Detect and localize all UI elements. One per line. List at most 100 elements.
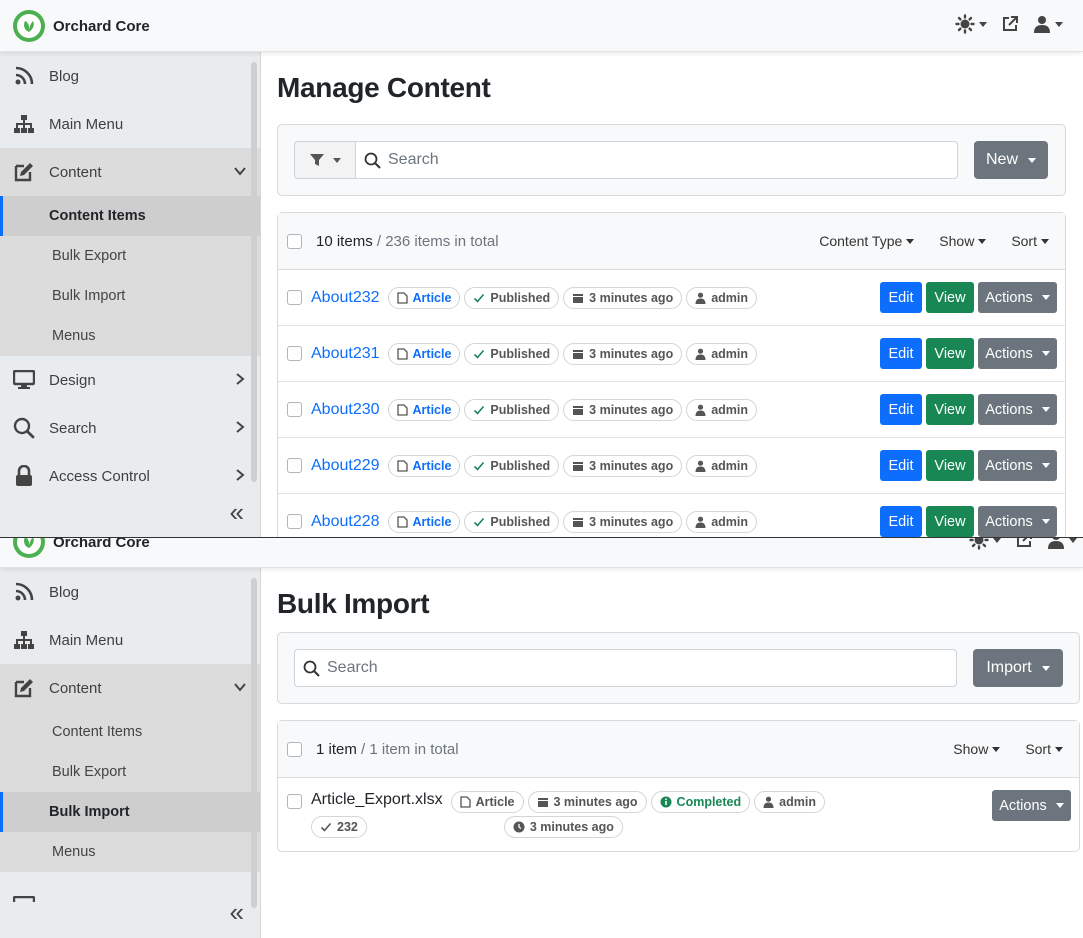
chevron-right-icon [236, 421, 245, 433]
sidebar-item-content-items[interactable]: Content Items [0, 712, 260, 752]
row-checkbox[interactable] [287, 402, 302, 417]
view-button[interactable]: View [926, 338, 974, 369]
sidebar-item-search[interactable]: Search [0, 404, 260, 452]
content-item-link[interactable]: About229 [311, 457, 380, 475]
collapse-sidebar-button[interactable]: « [230, 497, 244, 528]
sidebar-item-blog[interactable]: Blog [0, 568, 260, 616]
actions-button[interactable]: Actions [978, 394, 1057, 425]
select-all-checkbox[interactable] [287, 741, 302, 757]
chevron-down-icon [1028, 157, 1036, 163]
edit-button[interactable]: Edit [880, 450, 922, 481]
select-all-checkbox[interactable] [287, 233, 302, 249]
brand-name: Orchard Core [53, 538, 150, 551]
chevron-down-icon [234, 167, 246, 176]
sidebar-item-main-menu[interactable]: Main Menu [0, 616, 260, 664]
sidebar-item-bulk-export[interactable]: Bulk Export [0, 752, 260, 792]
user-icon [1034, 16, 1050, 33]
sort-filter[interactable]: Sort [1011, 233, 1049, 249]
search-input[interactable] [295, 650, 956, 686]
visit-site-link[interactable] [1001, 15, 1019, 33]
row-checkbox[interactable] [287, 794, 302, 809]
user-icon [763, 796, 774, 808]
content-type-badge: Article [450, 791, 524, 813]
search-field[interactable] [355, 141, 958, 179]
file-icon [396, 291, 408, 304]
sidebar-scrollbar[interactable] [251, 578, 257, 908]
list-header: 1 item / 1 item in total Show Sort [278, 721, 1079, 778]
list-header: 10 items / 236 items in total Content Ty… [278, 213, 1065, 270]
new-content-button[interactable]: New [974, 141, 1048, 179]
sidebar-item-design[interactable] [0, 872, 260, 902]
theme-toggle[interactable] [955, 14, 987, 34]
content-item-link[interactable]: About228 [311, 513, 380, 531]
sidebar-item-blog[interactable]: Blog [0, 52, 260, 100]
import-label: Import [986, 659, 1032, 676]
page-title: Manage Content [277, 72, 491, 103]
brand[interactable]: Orchard Core [13, 538, 150, 558]
sidebar-item-design[interactable]: Design [0, 356, 260, 404]
actions-button[interactable]: Actions [978, 506, 1057, 537]
monitor-icon [12, 894, 36, 902]
row-checkbox[interactable] [287, 514, 302, 529]
edit-button[interactable]: Edit [880, 506, 922, 537]
sort-filter[interactable]: Sort [1025, 741, 1063, 757]
view-button[interactable]: View [926, 506, 974, 537]
filter-icon [310, 154, 324, 166]
external-link-icon [1017, 538, 1032, 547]
theme-toggle[interactable] [969, 538, 1001, 550]
sidebar-scrollbar[interactable] [251, 62, 257, 482]
view-button[interactable]: View [926, 450, 974, 481]
content-item-link[interactable]: About230 [311, 401, 380, 419]
user-icon [695, 348, 706, 360]
row-checkbox[interactable] [287, 290, 302, 305]
sidebar-item-label: Main Menu [49, 631, 124, 649]
row-checkbox[interactable] [287, 458, 302, 473]
edit-button[interactable]: Edit [880, 394, 922, 425]
sidebar-item-menus[interactable]: Menus [0, 832, 260, 872]
sidebar-item-bulk-import[interactable]: Bulk Import [0, 792, 260, 832]
sidebar-item-content-items[interactable]: Content Items [0, 196, 260, 236]
collapse-sidebar-button[interactable]: « [230, 897, 244, 928]
sidebar-item-bulk-import[interactable]: Bulk Import [0, 276, 260, 316]
content-type-badge: Article [387, 398, 461, 421]
show-filter[interactable]: Show [953, 741, 1001, 757]
row-checkbox[interactable] [287, 346, 302, 361]
search-input[interactable] [356, 142, 957, 178]
brand[interactable]: Orchard Core [13, 10, 150, 42]
sidebar-item-main-menu[interactable]: Main Menu [0, 100, 260, 148]
show-filter[interactable]: Show [939, 233, 987, 249]
visit-site-link[interactable] [1015, 538, 1033, 549]
file-icon [459, 796, 471, 808]
content-type-filter[interactable]: Content Type [819, 233, 915, 249]
filter-dropdown-button[interactable] [294, 141, 355, 179]
view-button[interactable]: View [926, 282, 974, 313]
actions-button[interactable]: Actions [978, 450, 1057, 481]
user-menu[interactable] [1047, 538, 1077, 549]
sun-icon [969, 538, 989, 550]
imported-count-badge: 232 [311, 816, 367, 838]
content-item-link[interactable]: About232 [311, 289, 380, 307]
rss-icon [12, 64, 36, 88]
actions-button[interactable]: Actions [978, 282, 1057, 313]
edit-button[interactable]: Edit [880, 282, 922, 313]
chevron-down-icon [993, 538, 1001, 543]
import-button[interactable]: Import [973, 649, 1063, 687]
top-navbar: Orchard Core [0, 538, 1083, 568]
sidebar: Blog Main Menu Content Content Items Bul… [0, 568, 261, 938]
search-field[interactable] [294, 649, 957, 687]
user-menu[interactable] [1033, 15, 1063, 33]
content-item-link[interactable]: About231 [311, 345, 380, 363]
view-button[interactable]: View [926, 394, 974, 425]
sidebar: Blog Main Menu Content Content Items Bul… [0, 52, 261, 537]
actions-button[interactable]: Actions [992, 790, 1071, 821]
sidebar-item-access-control[interactable]: Access Control [0, 452, 260, 500]
sidebar-item-menus[interactable]: Menus [0, 316, 260, 356]
check-icon [474, 517, 485, 527]
actions-button[interactable]: Actions [978, 338, 1057, 369]
sidebar-item-content[interactable]: Content [0, 664, 260, 712]
sidebar-item-bulk-export[interactable]: Bulk Export [0, 236, 260, 276]
sidebar-item-content[interactable]: Content [0, 148, 260, 196]
calendar-icon [537, 798, 548, 807]
search-icon [303, 660, 320, 677]
edit-button[interactable]: Edit [880, 338, 922, 369]
